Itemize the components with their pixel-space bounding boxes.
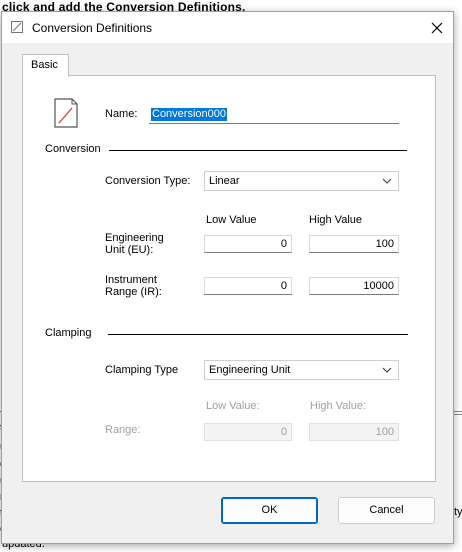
ir-label-line1: Instrument [105,274,157,286]
conversion-document-icon [54,98,78,128]
range-high-input[interactable]: 100 [309,423,399,441]
chevron-down-icon [382,367,392,373]
clamping-type-label: Clamping Type [105,364,179,376]
background-text-fragment-right: ty [454,506,462,518]
name-label: Name: [105,108,138,120]
close-icon [431,22,443,33]
conversion-type-select[interactable]: Linear [204,171,399,191]
basic-tab-panel: Name: Conversion000 Conversion Conversio… [22,75,436,482]
conversion-type-label: Conversion Type: [105,175,191,187]
ok-button[interactable]: OK [221,497,318,524]
dialog-title: Conversion Definitions [32,21,153,35]
clamp-low-value-header: Low Value: [206,400,260,412]
ir-label-line2: Range (IR): [105,286,162,298]
range-label: Range: [105,424,141,436]
name-field[interactable]: Conversion000 [149,106,399,124]
name-field-value: Conversion000 [151,108,227,121]
background-rule-right-2 [453,414,462,415]
clamp-high-value-header: High Value: [310,400,367,412]
ir-label: Instrument Range (IR): [105,274,162,298]
eu-low-input[interactable]: 0 [204,235,292,253]
eu-label-line1: Engineering [105,232,164,244]
clamping-section-divider [108,334,408,335]
conversion-definitions-dialog: Conversion Definitions Basic Name: Conve… [1,11,454,544]
eu-high-input[interactable]: 100 [309,235,399,253]
conversion-type-value: Linear [209,175,240,187]
document-chart-icon [11,21,23,33]
eu-label: Engineering Unit (EU): [105,232,164,256]
cancel-button[interactable]: Cancel [338,497,435,524]
clamping-type-select[interactable]: Engineering Unit [204,360,399,380]
clamping-type-value: Engineering Unit [209,364,291,376]
dialog-titlebar[interactable]: Conversion Definitions [2,12,453,43]
high-value-header: High Value [309,214,362,226]
conversion-section-divider [109,150,407,151]
low-value-header: Low Value [206,214,257,226]
conversion-section-label: Conversion [45,143,101,155]
ir-low-input[interactable]: 0 [204,277,292,295]
clamping-section-label: Clamping [45,327,92,339]
chevron-down-icon [382,178,392,184]
range-low-input[interactable]: 0 [204,423,292,441]
background-rule-right [453,411,462,412]
ir-high-input[interactable]: 10000 [309,277,399,295]
close-button[interactable] [421,12,453,43]
tab-basic-label: Basic [31,59,58,71]
eu-label-line2: Unit (EU): [105,244,154,256]
tab-basic[interactable]: Basic [22,54,69,77]
